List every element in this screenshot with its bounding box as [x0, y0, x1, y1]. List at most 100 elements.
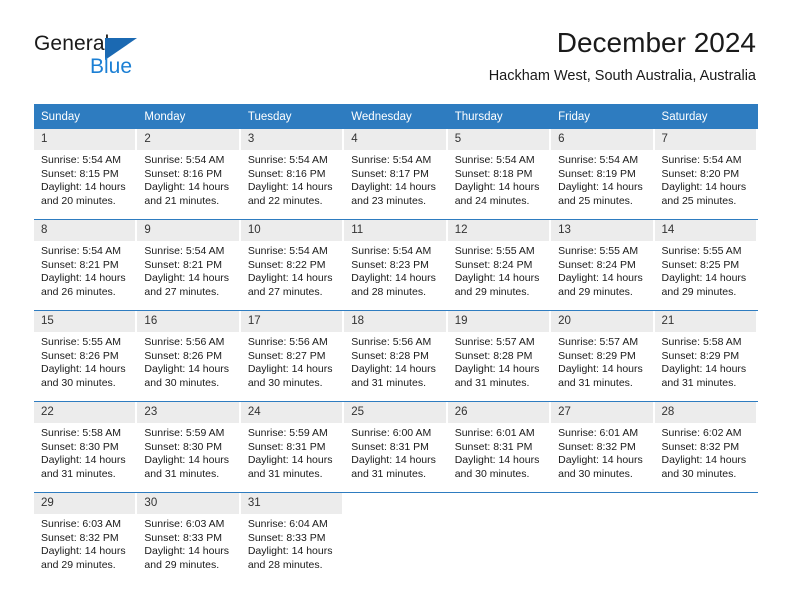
sunset-text: Sunset: 8:25 PM	[661, 258, 740, 271]
day-cell[interactable]: 16 Sunrise: 5:56 AM Sunset: 8:26 PM Dayligh…	[137, 310, 241, 402]
daylight-text-line1: Daylight: 14 hours	[454, 272, 540, 285]
day-number: 28	[654, 402, 756, 423]
daylight-text-line2: and 30 minutes.	[41, 376, 116, 389]
day-cell[interactable]: 11 Sunrise: 5:54 AM Sunset: 8:23 PM Dayligh…	[344, 219, 448, 311]
sunrise-text: Sunrise: 6:04 AM	[247, 518, 328, 530]
day-number: 29	[34, 493, 136, 514]
day-number: 6	[551, 129, 653, 150]
day-cell[interactable]: 14 Sunrise: 5:55 AM Sunset: 8:25 PM Dayligh…	[654, 219, 758, 311]
day-cell-empty	[447, 492, 552, 583]
brand-logo[interactable]: General Blue	[34, 32, 164, 80]
sunset-text: Sunset: 8:32 PM	[41, 531, 119, 544]
day-cell[interactable]: 12 Sunrise: 5:55 AM Sunset: 8:24 PM Dayligh…	[447, 219, 552, 311]
day-cell[interactable]: 2 Sunrise: 5:54 AM Sunset: 8:16 PM Daylight…	[137, 129, 241, 220]
calendar-table: Sunday Monday Tuesday Wednesday Thursday…	[34, 104, 758, 583]
day-cell[interactable]: 19 Sunrise: 5:57 AM Sunset: 8:28 PM Dayligh…	[447, 310, 552, 402]
daylight-text-line2: and 30 minutes.	[558, 467, 633, 480]
day-cell[interactable]: 31 Sunrise: 6:04 AM Sunset: 8:33 PM Dayligh…	[240, 492, 345, 583]
day-number: 4	[344, 129, 446, 150]
day-cell[interactable]: 6 Sunrise: 5:54 AM Sunset: 8:19 PM Daylight…	[551, 129, 655, 220]
day-cell[interactable]: 17 Sunrise: 5:56 AM Sunset: 8:27 PM Dayligh…	[240, 310, 345, 402]
weekday-header-sunday: Sunday	[34, 104, 138, 129]
day-cell[interactable]: 28 Sunrise: 6:02 AM Sunset: 8:32 PM Dayligh…	[654, 401, 758, 493]
daylight-text-line2: and 28 minutes.	[351, 285, 426, 298]
sunrise-text: Sunrise: 5:54 AM	[351, 245, 432, 257]
daylight-text-line1: Daylight: 14 hours	[351, 454, 436, 467]
day-cell[interactable]: 7 Sunrise: 5:54 AM Sunset: 8:20 PM Daylight…	[654, 129, 758, 220]
sunset-text: Sunset: 8:18 PM	[454, 167, 533, 180]
day-cell-empty	[344, 492, 448, 583]
brand-word-general: General	[34, 32, 110, 55]
day-cell[interactable]: 27 Sunrise: 6:01 AM Sunset: 8:32 PM Dayligh…	[551, 401, 655, 493]
day-cell[interactable]: 20 Sunrise: 5:57 AM Sunset: 8:29 PM Dayligh…	[551, 310, 655, 402]
day-cell[interactable]: 18 Sunrise: 5:56 AM Sunset: 8:28 PM Dayligh…	[344, 310, 448, 402]
daylight-text-line1: Daylight: 14 hours	[558, 454, 643, 467]
day-details: Sunrise: 5:55 AM Sunset: 8:25 PM Daylight:…	[655, 241, 758, 299]
daylight-text-line2: and 29 minutes.	[41, 558, 116, 571]
daylight-text-line2: and 22 minutes.	[247, 194, 323, 207]
weekday-header-monday: Monday	[137, 104, 241, 129]
daylight-text-line1: Daylight: 14 hours	[661, 363, 747, 376]
sunrise-text: Sunrise: 5:54 AM	[454, 154, 535, 166]
sunrise-text: Sunrise: 5:57 AM	[558, 336, 639, 348]
day-cell[interactable]: 22 Sunrise: 5:58 AM Sunset: 8:30 PM Dayligh…	[34, 401, 138, 493]
daylight-text-line2: and 31 minutes.	[558, 376, 633, 389]
day-number: 21	[654, 311, 756, 332]
daylight-text-line2: and 30 minutes.	[144, 376, 220, 389]
day-details: Sunrise: 5:56 AM Sunset: 8:28 PM Daylight:…	[344, 332, 447, 390]
day-number: 5	[447, 129, 550, 150]
daylight-text-line2: and 23 minutes.	[351, 194, 426, 207]
day-details: Sunrise: 6:02 AM Sunset: 8:32 PM Daylight:…	[655, 423, 758, 481]
day-details: Sunrise: 5:54 AM Sunset: 8:16 PM Daylight:…	[241, 150, 344, 208]
day-cell[interactable]: 23 Sunrise: 5:59 AM Sunset: 8:30 PM Dayligh…	[137, 401, 241, 493]
day-cell[interactable]: 10 Sunrise: 5:54 AM Sunset: 8:22 PM Dayligh…	[240, 219, 345, 311]
day-cell[interactable]: 8 Sunrise: 5:54 AM Sunset: 8:21 PM Daylight…	[34, 219, 138, 311]
daylight-text-line1: Daylight: 14 hours	[661, 181, 747, 194]
sunrise-text: Sunrise: 5:56 AM	[144, 336, 225, 348]
daylight-text-line2: and 24 minutes.	[454, 194, 530, 207]
day-number: 11	[344, 220, 446, 241]
day-cell[interactable]: 26 Sunrise: 6:01 AM Sunset: 8:31 PM Dayligh…	[447, 401, 552, 493]
weekday-header-tuesday: Tuesday	[240, 104, 345, 129]
day-cell[interactable]: 13 Sunrise: 5:55 AM Sunset: 8:24 PM Dayligh…	[551, 219, 655, 311]
sunset-text: Sunset: 8:31 PM	[454, 440, 533, 453]
daylight-text-line1: Daylight: 14 hours	[558, 181, 643, 194]
day-cell[interactable]: 15 Sunrise: 5:55 AM Sunset: 8:26 PM Dayligh…	[34, 310, 138, 402]
day-cell[interactable]: 30 Sunrise: 6:03 AM Sunset: 8:33 PM Dayligh…	[137, 492, 241, 583]
sunset-text: Sunset: 8:30 PM	[41, 440, 119, 453]
day-cell[interactable]: 25 Sunrise: 6:00 AM Sunset: 8:31 PM Dayligh…	[344, 401, 448, 493]
daylight-text-line2: and 31 minutes.	[41, 467, 116, 480]
day-cell[interactable]: 21 Sunrise: 5:58 AM Sunset: 8:29 PM Dayligh…	[654, 310, 758, 402]
daylight-text-line2: and 30 minutes.	[454, 467, 530, 480]
sunset-text: Sunset: 8:28 PM	[454, 349, 533, 362]
sunset-text: Sunset: 8:29 PM	[661, 349, 740, 362]
sunset-text: Sunset: 8:27 PM	[247, 349, 326, 362]
daylight-text-line2: and 27 minutes.	[247, 285, 323, 298]
daylight-text-line2: and 31 minutes.	[144, 467, 220, 480]
sunrise-text: Sunrise: 5:59 AM	[144, 427, 225, 439]
daylight-text-line2: and 29 minutes.	[454, 285, 530, 298]
day-details: Sunrise: 5:54 AM Sunset: 8:17 PM Daylight:…	[344, 150, 447, 208]
day-details: Sunrise: 5:54 AM Sunset: 8:19 PM Daylight:…	[551, 150, 654, 208]
day-cell[interactable]: 4 Sunrise: 5:54 AM Sunset: 8:17 PM Daylight…	[344, 129, 448, 220]
daylight-text-line1: Daylight: 14 hours	[41, 181, 126, 194]
day-cell[interactable]: 1 Sunrise: 5:54 AM Sunset: 8:15 PM Daylight…	[34, 129, 138, 220]
day-cell[interactable]: 5 Sunrise: 5:54 AM Sunset: 8:18 PM Daylight…	[447, 129, 552, 220]
daylight-text-line1: Daylight: 14 hours	[247, 454, 333, 467]
day-cell[interactable]: 9 Sunrise: 5:54 AM Sunset: 8:21 PM Daylight…	[137, 219, 241, 311]
day-cell[interactable]: 3 Sunrise: 5:54 AM Sunset: 8:16 PM Daylight…	[240, 129, 345, 220]
sunrise-text: Sunrise: 5:54 AM	[247, 154, 328, 166]
daylight-text-line1: Daylight: 14 hours	[144, 181, 230, 194]
day-number: 31	[240, 493, 343, 514]
sunset-text: Sunset: 8:32 PM	[661, 440, 740, 453]
day-details: Sunrise: 6:00 AM Sunset: 8:31 PM Daylight:…	[344, 423, 447, 481]
day-details: Sunrise: 5:55 AM Sunset: 8:24 PM Daylight:…	[448, 241, 551, 299]
sunset-text: Sunset: 8:26 PM	[144, 349, 223, 362]
sunrise-text: Sunrise: 5:55 AM	[41, 336, 121, 348]
daylight-text-line1: Daylight: 14 hours	[558, 272, 643, 285]
day-cell[interactable]: 29 Sunrise: 6:03 AM Sunset: 8:32 PM Dayligh…	[34, 492, 138, 583]
day-cell[interactable]: 24 Sunrise: 5:59 AM Sunset: 8:31 PM Dayligh…	[240, 401, 345, 493]
daylight-text-line1: Daylight: 14 hours	[41, 363, 126, 376]
daylight-text-line1: Daylight: 14 hours	[351, 363, 436, 376]
sunset-text: Sunset: 8:28 PM	[351, 349, 429, 362]
